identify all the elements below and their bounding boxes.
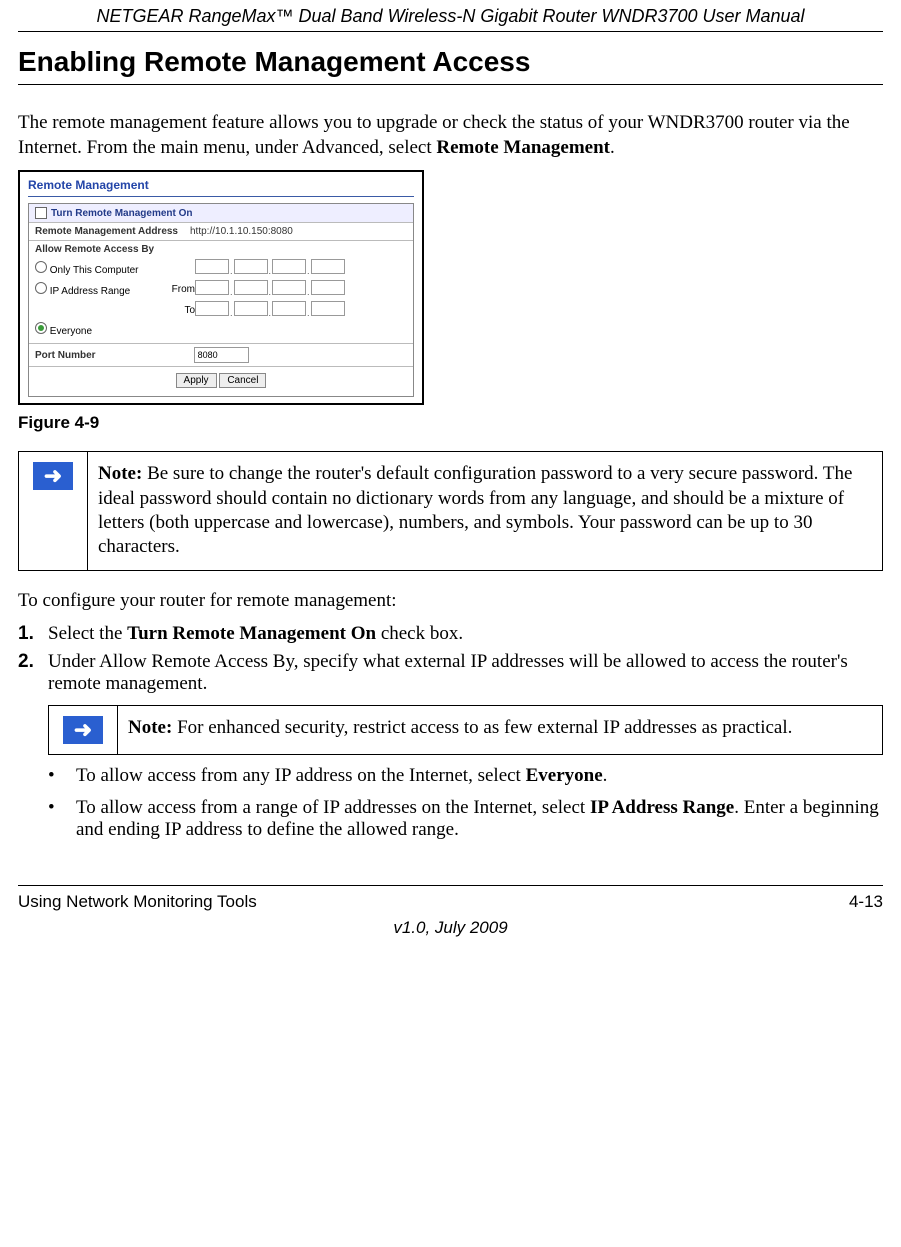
footer-left: Using Network Monitoring Tools xyxy=(18,892,257,912)
footer-version: v1.0, July 2009 xyxy=(18,918,883,938)
ip-b2[interactable] xyxy=(234,280,268,295)
ip-b1[interactable] xyxy=(195,280,229,295)
note2-text: For enhanced security, restrict access t… xyxy=(172,717,792,738)
from-label: From xyxy=(155,284,195,295)
b1-b: . xyxy=(603,765,608,786)
section-heading: Enabling Remote Management Access xyxy=(18,46,883,78)
ip-a4[interactable] xyxy=(311,259,345,274)
radio-only-this[interactable] xyxy=(35,261,47,273)
intro-bold: Remote Management xyxy=(436,137,610,158)
screenshot-frame: Remote Management Turn Remote Management… xyxy=(18,170,424,405)
ip-b4[interactable] xyxy=(311,280,345,295)
cancel-button[interactable]: Cancel xyxy=(219,373,266,388)
step2-text: Under Allow Remote Access By, specify wh… xyxy=(48,651,883,695)
note1-text: Be sure to change the router's default c… xyxy=(98,463,852,557)
radio1-label: Only This Computer xyxy=(50,265,139,276)
b2-a: To allow access from a range of IP addre… xyxy=(76,797,590,818)
figure-caption: Figure 4-9 xyxy=(18,413,883,433)
ip-a1[interactable] xyxy=(195,259,229,274)
screenshot-title: Remote Management xyxy=(20,172,422,194)
b1-a: To allow access from any IP address on t… xyxy=(76,765,526,786)
b2-bold: IP Address Range xyxy=(590,797,734,818)
steps-list: 1. Select the Turn Remote Management On … xyxy=(18,623,883,695)
access-heading: Allow Remote Access By xyxy=(29,241,413,255)
ip-c4[interactable] xyxy=(311,301,345,316)
intro-b: . xyxy=(610,137,615,158)
ip-c2[interactable] xyxy=(234,301,268,316)
header-rule xyxy=(18,31,883,32)
turn-on-checkbox[interactable] xyxy=(35,207,47,219)
arrow-right-icon: ➜ xyxy=(63,716,103,744)
step1-b: check box. xyxy=(376,623,463,644)
intro-paragraph: The remote management feature allows you… xyxy=(18,111,883,160)
radio3-label: Everyone xyxy=(50,326,92,337)
turn-on-label: Turn Remote Management On xyxy=(51,208,193,219)
ip-a3[interactable] xyxy=(272,259,306,274)
bullet-list: • To allow access from any IP address on… xyxy=(48,765,883,841)
to-label: To xyxy=(155,305,195,316)
radio2-label: IP Address Range xyxy=(50,286,130,297)
config-intro: To configure your router for remote mana… xyxy=(18,589,883,614)
bullet-dot: • xyxy=(48,765,76,787)
ip-c3[interactable] xyxy=(272,301,306,316)
port-label: Port Number xyxy=(35,350,96,361)
book-title: NETGEAR RangeMax™ Dual Band Wireless-N G… xyxy=(18,6,883,27)
ip-c1[interactable] xyxy=(195,301,229,316)
section-rule xyxy=(18,84,883,85)
intro-a: The remote management feature allows you… xyxy=(18,112,850,158)
port-input[interactable]: 8080 xyxy=(194,347,249,363)
note2-label: Note: xyxy=(128,717,172,738)
screenshot-sep xyxy=(28,196,414,197)
address-value: http://10.1.10.150:8080 xyxy=(190,226,293,237)
apply-button[interactable]: Apply xyxy=(176,373,217,388)
ip-b3[interactable] xyxy=(272,280,306,295)
ip-a2[interactable] xyxy=(234,259,268,274)
radio-range[interactable] xyxy=(35,282,47,294)
address-label: Remote Management Address xyxy=(35,226,178,237)
b1-bold: Everyone xyxy=(526,765,603,786)
arrow-right-icon: ➜ xyxy=(33,462,73,490)
step1-num: 1. xyxy=(18,623,48,645)
bullet-dot: • xyxy=(48,797,76,841)
radio-everyone[interactable] xyxy=(35,322,47,334)
note-box-2: ➜ Note: For enhanced security, restrict … xyxy=(48,705,883,755)
note1-label: Note: xyxy=(98,463,142,484)
footer-right: 4-13 xyxy=(849,892,883,912)
screenshot-body: Turn Remote Management On Remote Managem… xyxy=(28,203,414,397)
note-box-1: ➜ Note: Be sure to change the router's d… xyxy=(18,451,883,570)
step1-bold: Turn Remote Management On xyxy=(127,623,376,644)
page-footer: Using Network Monitoring Tools 4-13 v1.0… xyxy=(18,885,883,938)
step1-a: Select the xyxy=(48,623,127,644)
step2-num: 2. xyxy=(18,651,48,695)
